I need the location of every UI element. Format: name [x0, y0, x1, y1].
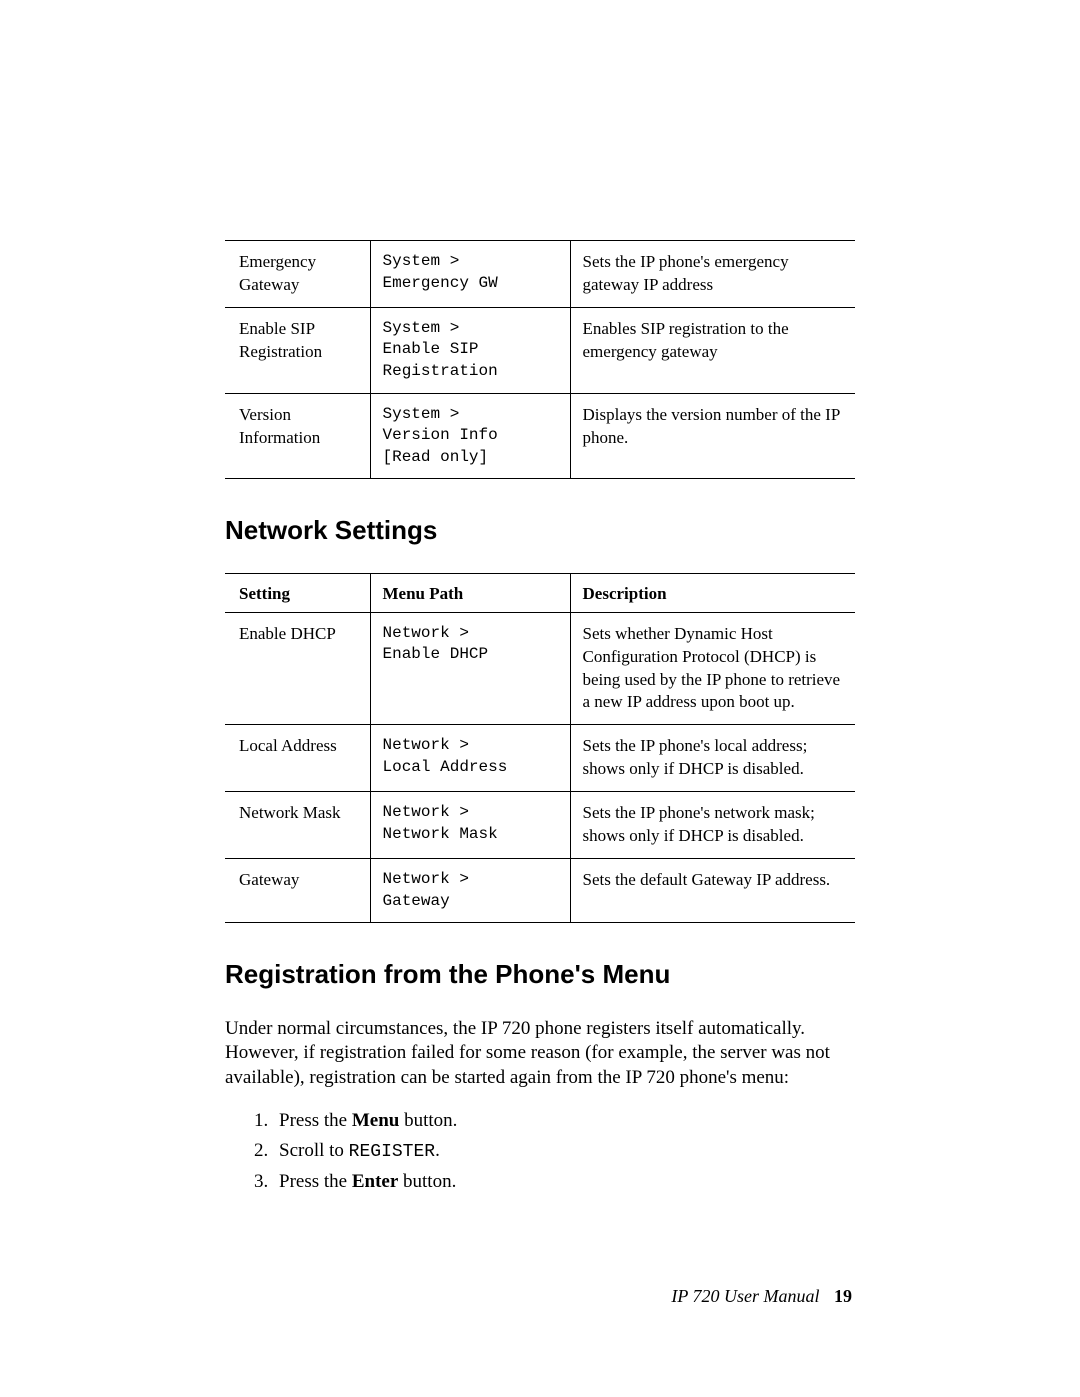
setting-cell: Gateway [225, 859, 370, 923]
step-text: Press the [279, 1110, 352, 1131]
network-settings-table: Setting Menu Path Description Enable DHC… [225, 573, 855, 924]
step-text: . [435, 1140, 440, 1161]
step-text: Scroll to [279, 1140, 349, 1161]
description-cell: Sets the default Gateway IP address. [570, 859, 855, 923]
header-description: Description [570, 573, 855, 612]
step-item: Scroll to REGISTER. [273, 1137, 855, 1166]
table-row: Emergency Gateway System > Emergency GW … [225, 241, 855, 308]
description-cell: Sets the IP phone's network mask; shows … [570, 792, 855, 859]
menu-path-cell: Network > Gateway [370, 859, 570, 923]
register-keyword: REGISTER [349, 1142, 435, 1162]
setting-cell: Version Information [225, 393, 370, 479]
description-cell: Displays the version number of the IP ph… [570, 393, 855, 479]
description-cell: Sets the IP phone's emergency gateway IP… [570, 241, 855, 308]
menu-path-cell: System > Enable SIP Registration [370, 307, 570, 393]
menu-path-cell: System > Emergency GW [370, 241, 570, 308]
table-row: Gateway Network > Gateway Sets the defau… [225, 859, 855, 923]
step-text: button. [399, 1110, 457, 1131]
menu-button-label: Menu [352, 1110, 400, 1131]
footer-title: IP 720 User Manual [671, 1286, 819, 1306]
page-content: Emergency Gateway System > Emergency GW … [0, 0, 1080, 1299]
menu-path-cell: Network > Network Mask [370, 792, 570, 859]
setting-cell: Emergency Gateway [225, 241, 370, 308]
description-cell: Enables SIP registration to the emergenc… [570, 307, 855, 393]
setting-cell: Network Mask [225, 792, 370, 859]
table-header-row: Setting Menu Path Description [225, 573, 855, 612]
menu-path-cell: Network > Local Address [370, 725, 570, 792]
table-row: Enable SIP Registration System > Enable … [225, 307, 855, 393]
step-text: Press the [279, 1171, 352, 1192]
menu-path-cell: Network > Enable DHCP [370, 612, 570, 725]
table-row: Network Mask Network > Network Mask Sets… [225, 792, 855, 859]
setting-cell: Enable SIP Registration [225, 307, 370, 393]
menu-path-cell: System > Version Info [Read only] [370, 393, 570, 479]
network-settings-heading: Network Settings [225, 515, 855, 546]
header-menu-path: Menu Path [370, 573, 570, 612]
step-item: Press the Enter button. [273, 1168, 855, 1197]
system-settings-table: Emergency Gateway System > Emergency GW … [225, 240, 855, 479]
description-cell: Sets whether Dynamic Host Configuration … [570, 612, 855, 725]
registration-heading: Registration from the Phone's Menu [225, 959, 855, 990]
registration-paragraph: Under normal circumstances, the IP 720 p… [225, 1017, 855, 1091]
setting-cell: Local Address [225, 725, 370, 792]
enter-button-label: Enter [352, 1171, 398, 1192]
header-setting: Setting [225, 573, 370, 612]
table-row: Version Information System > Version Inf… [225, 393, 855, 479]
registration-steps: Press the Menu button. Scroll to REGISTE… [225, 1107, 855, 1197]
setting-cell: Enable DHCP [225, 612, 370, 725]
step-text: button. [398, 1171, 456, 1192]
step-item: Press the Menu button. [273, 1107, 855, 1136]
table-row: Enable DHCP Network > Enable DHCP Sets w… [225, 612, 855, 725]
table-row: Local Address Network > Local Address Se… [225, 725, 855, 792]
page-footer: IP 720 User Manual 19 [671, 1286, 852, 1307]
description-cell: Sets the IP phone's local address; shows… [570, 725, 855, 792]
page-number: 19 [834, 1286, 852, 1306]
